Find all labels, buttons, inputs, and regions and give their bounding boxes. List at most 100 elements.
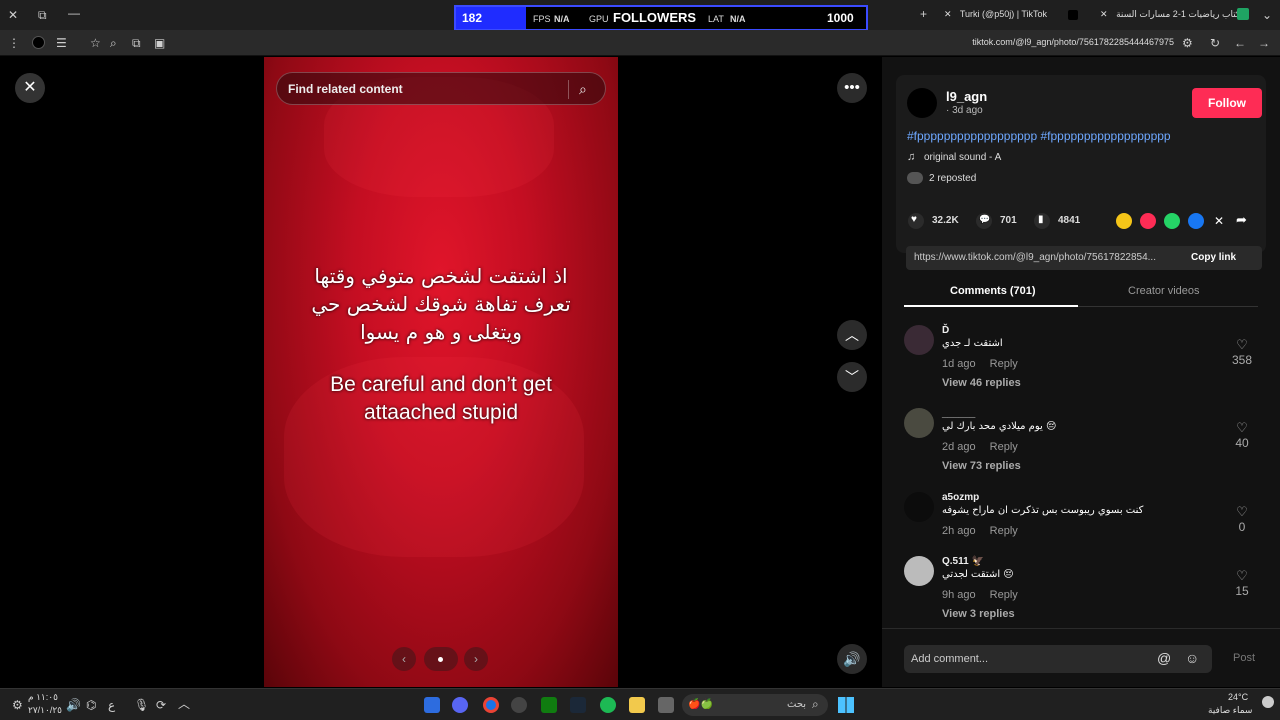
sound-name[interactable]: original sound - A <box>924 152 1001 163</box>
xbox-icon[interactable] <box>541 697 557 713</box>
comment-icon[interactable]: 💬 <box>976 213 992 229</box>
profile-icon[interactable] <box>32 36 45 49</box>
comment-username[interactable]: Q.511 🦅 <box>942 556 984 567</box>
app-icon[interactable] <box>424 697 440 713</box>
comment-like-icon[interactable]: ♡ <box>1234 337 1250 353</box>
discord-icon[interactable] <box>452 697 468 713</box>
extensions-icon[interactable]: ⧉ <box>132 36 141 50</box>
view-replies-button[interactable]: View 3 replies <box>942 608 1015 620</box>
fps-label: FPS <box>533 14 551 24</box>
minimize-window-icon[interactable]: — <box>68 6 80 20</box>
photo-next-button[interactable]: › <box>464 647 488 671</box>
close-window-icon[interactable]: ✕ <box>8 8 18 22</box>
comment-username[interactable]: Ď <box>942 325 949 336</box>
sync-icon[interactable]: ⟳ <box>156 698 166 712</box>
store-icon[interactable] <box>658 697 674 713</box>
post-info-card: l9_agn · 3d ago Follow #fppppppppppppppp… <box>896 75 1266 253</box>
bookmark-star-icon[interactable]: ☆ <box>90 36 101 50</box>
previous-post-button[interactable]: ︿ <box>837 320 867 350</box>
creator-avatar[interactable] <box>907 88 937 118</box>
steam-icon[interactable] <box>570 697 586 713</box>
weather-temp[interactable]: 24°C <box>1228 692 1248 702</box>
share-arrow-icon[interactable]: ➦ <box>1236 212 1247 228</box>
settings-gear-icon[interactable]: ⚙ <box>12 698 23 712</box>
taskbar-search[interactable]: 🍎🍏 بحث ⌕ <box>682 694 828 716</box>
start-button-icon[interactable] <box>838 697 854 713</box>
share-whatsapp-icon[interactable] <box>1164 213 1180 229</box>
follow-button[interactable]: Follow <box>1192 88 1262 118</box>
tab-tiktok[interactable]: ✕ Turki (@p50j) | TikTok <box>944 5 1094 23</box>
share-snapchat-icon[interactable] <box>1116 213 1132 229</box>
share-tiktok-friends-icon[interactable] <box>1140 213 1156 229</box>
volume-icon[interactable]: 🔊 <box>837 644 867 674</box>
forward-icon[interactable]: → <box>1258 36 1270 50</box>
tab-menu-icon[interactable]: ⌄ <box>1262 8 1272 22</box>
comment-username[interactable]: ______ <box>942 408 975 419</box>
reply-button[interactable]: Reply <box>990 441 1018 453</box>
search-icon[interactable]: ⌕ <box>579 81 587 98</box>
url-text[interactable]: tiktok.com/@l9_agn/photo/756178228544446… <box>900 37 1174 47</box>
copy-link-button[interactable]: Copy link <box>1191 252 1236 263</box>
new-tab-icon[interactable]: + <box>920 7 927 21</box>
weather-desc[interactable]: سماء صافية <box>1208 705 1252 716</box>
clock-date[interactable]: ٢٧/١٠/٢٥ <box>28 705 62 716</box>
restore-window-icon[interactable]: ⧉ <box>38 8 47 22</box>
file-explorer-icon[interactable] <box>629 697 645 713</box>
creator-username[interactable]: l9_agn <box>946 89 987 104</box>
photo-prev-button[interactable]: ‹ <box>392 647 416 671</box>
close-tab-icon[interactable]: ✕ <box>944 9 952 19</box>
site-settings-icon[interactable]: ⚙ <box>1182 36 1193 50</box>
comment-avatar[interactable] <box>904 492 934 522</box>
bookmark-icon[interactable]: ▮ <box>1034 213 1050 229</box>
reload-icon[interactable]: ↻ <box>1210 36 1220 50</box>
comment-like-icon[interactable]: ♡ <box>1234 420 1250 436</box>
zoom-icon[interactable]: ⌕ <box>110 36 117 50</box>
hashtags[interactable]: #fpppppppppppppppppp #fppppppppppppppppp… <box>907 129 1171 143</box>
close-tab-icon[interactable]: ✕ <box>1100 9 1108 19</box>
reply-button[interactable]: Reply <box>990 358 1018 370</box>
emoji-icon[interactable]: ☺ <box>1185 650 1199 666</box>
microphone-icon[interactable]: 🎙 <box>134 698 149 712</box>
reposted-count[interactable]: 2 reposted <box>929 173 976 184</box>
comment-avatar[interactable] <box>904 408 934 438</box>
speaker-icon[interactable]: 🔊 <box>66 698 81 712</box>
view-replies-button[interactable]: View 46 replies <box>942 377 1021 389</box>
comment-like-icon[interactable]: ♡ <box>1234 568 1250 584</box>
post-link-text[interactable]: https://www.tiktok.com/@l9_agn/photo/756… <box>914 252 1178 263</box>
post-comment-button[interactable]: Post <box>1233 652 1255 664</box>
next-post-button[interactable]: ﹀ <box>837 362 867 392</box>
view-replies-button[interactable]: View 73 replies <box>942 460 1021 472</box>
network-icon[interactable]: ⌬ <box>86 698 96 712</box>
comment-username[interactable]: a5ozmp <box>942 492 979 503</box>
mention-icon[interactable]: @ <box>1157 650 1171 666</box>
comment-avatar[interactable] <box>904 325 934 355</box>
tab-math-book[interactable]: ✕ كتاب رياضيات 1-2 مسارات السنة <box>1100 5 1250 23</box>
photo-page-dot[interactable] <box>424 647 458 671</box>
tab-creator-videos[interactable]: Creator videos <box>1128 285 1200 297</box>
reply-button[interactable]: Reply <box>990 525 1018 537</box>
post-photo[interactable]: اذ اشتقت لشخص متوفي وقتها تعرف تفاهة شوق… <box>264 57 618 687</box>
obs-icon[interactable] <box>511 697 527 713</box>
menu-dots-icon[interactable]: ⋮ <box>8 36 20 50</box>
clock-time[interactable]: ١١:٠٥ م <box>28 692 58 703</box>
comment-avatar[interactable] <box>904 556 934 586</box>
chrome-icon[interactable] <box>483 697 499 713</box>
tune-icon[interactable]: ☰ <box>56 36 67 50</box>
share-x-icon[interactable]: ✕ <box>1214 214 1224 228</box>
tray-expand-icon[interactable]: ︿ <box>178 697 190 711</box>
spotify-icon[interactable] <box>600 697 616 713</box>
reply-button[interactable]: Reply <box>990 589 1018 601</box>
comment-like-icon[interactable]: ♡ <box>1234 504 1250 520</box>
find-related-search[interactable]: Find related content ⌕ <box>276 72 606 105</box>
add-comment-input[interactable]: Add comment... @ ☺ <box>904 645 1212 673</box>
like-icon[interactable]: ♥ <box>908 213 924 229</box>
screenshot-icon[interactable]: ▣ <box>154 36 165 50</box>
share-facebook-icon[interactable] <box>1188 213 1204 229</box>
more-options-icon[interactable]: ••• <box>837 73 867 103</box>
keyboard-language-icon[interactable]: ع <box>108 698 115 712</box>
back-icon[interactable]: ← <box>1234 36 1246 50</box>
tab-comments[interactable]: Comments (701) <box>950 285 1036 297</box>
close-viewer-button[interactable]: ✕ <box>15 73 45 103</box>
overlay-left-value: 182 <box>462 11 483 25</box>
fps-value: N/A <box>554 14 570 24</box>
